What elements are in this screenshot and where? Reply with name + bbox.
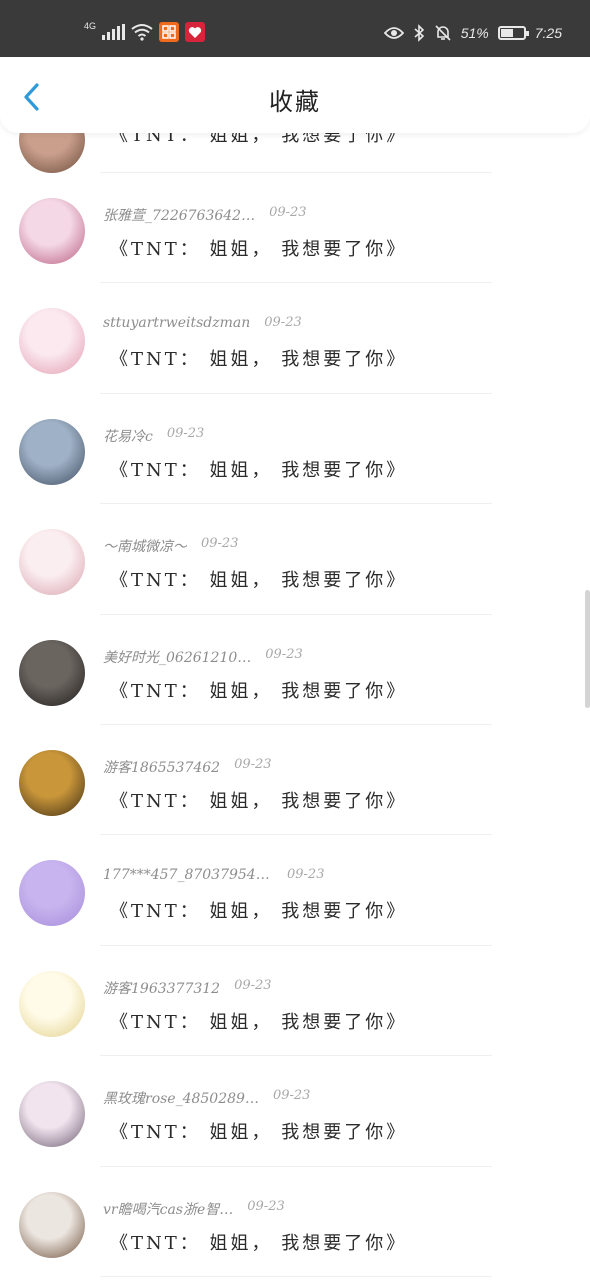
wifi-icon <box>131 24 153 41</box>
date: 09-23 <box>264 315 302 331</box>
date: 09-23 <box>272 1088 311 1104</box>
avatar[interactable] <box>19 198 85 264</box>
favorites-list: 《TNT： 姐姐， 我想要了你》 张雅萱_7226763642… 09-23 《TNT… <box>0 133 590 1277</box>
username: 张雅萱_7226763642… <box>103 208 256 224</box>
app-notification-icon <box>159 22 180 42</box>
song-title: 《TNT： 姐姐， 我想要了你》 <box>110 790 408 812</box>
divider <box>100 1275 492 1277</box>
avatar[interactable] <box>19 1191 85 1258</box>
bluetooth-icon <box>414 24 424 42</box>
song-title: 《TNT： 姐姐， 我想要了你》 <box>110 239 408 260</box>
avatar[interactable] <box>19 529 85 596</box>
date: 09-23 <box>234 977 272 993</box>
date: 09-23 <box>265 646 303 662</box>
clock: 7:25 <box>534 25 562 41</box>
status-left-icons: 4G <box>84 21 206 42</box>
username: 游客1963377312 <box>103 980 221 997</box>
song-title: 《TNT： 姐姐， 我想要了你》 <box>110 570 408 592</box>
item-meta: 游客1963377312 09-23 <box>103 978 272 998</box>
item-meta: 花易冷c 09-23 <box>103 426 204 446</box>
battery-percent: 51% <box>460 25 489 41</box>
battery-icon <box>497 26 529 40</box>
status-right-icons: 51% 7:25 <box>383 24 562 42</box>
list-item[interactable]: 花易冷c 09-23 《TNT： 姐姐， 我想要了你》 <box>0 394 590 505</box>
date: 09-23 <box>269 205 307 220</box>
network-type: 4G <box>84 21 97 31</box>
list-item[interactable]: 黑玫瑰rose_4850289… 09-23 《TNT： 姐姐， 我想要了你》 <box>0 1056 590 1167</box>
scrollbar-thumb[interactable] <box>585 590 590 708</box>
header-bar: 收藏 <box>0 57 590 133</box>
avatar[interactable] <box>19 308 85 375</box>
username: 游客1865537462 <box>103 759 221 776</box>
username: 花易冷c <box>103 428 153 445</box>
avatar[interactable] <box>19 639 85 706</box>
avatar[interactable] <box>19 418 85 485</box>
song-title: 《TNT： 姐姐， 我想要了你》 <box>110 349 408 371</box>
mute-bell-icon <box>435 25 451 41</box>
date: 09-23 <box>247 1198 285 1214</box>
song-title: 《TNT： 姐姐， 我想要了你》 <box>110 680 408 702</box>
list-item[interactable]: vr瞻喝汽cas浙e智… 09-23 《TNT： 姐姐， 我想要了你》 <box>0 1167 590 1277</box>
list-item[interactable]: 张雅萱_7226763642… 09-23 《TNT： 姐姐， 我想要了你》 <box>0 173 590 284</box>
health-app-icon <box>185 22 206 42</box>
item-meta: 游客1865537462 09-23 <box>103 757 272 777</box>
list-item[interactable]: 游客1865537462 09-23 《TNT： 姐姐， 我想要了你》 <box>0 725 590 836</box>
list-item[interactable]: sttuyartrweitsdzman 09-23 《TNT： 姐姐， 我想要了你》 <box>0 283 590 394</box>
list-item[interactable]: 177***457_8703795448 09-23 《TNT： 姐姐， 我想要了你… <box>0 835 590 946</box>
avatar[interactable] <box>19 970 85 1037</box>
avatar[interactable] <box>19 133 85 173</box>
list-item[interactable]: 《TNT： 姐姐， 我想要了你》 <box>0 133 590 173</box>
date: 09-23 <box>166 425 205 441</box>
status-bar: 4G 51% 7:25 <box>0 0 590 57</box>
page-title: 收藏 <box>269 88 321 116</box>
song-title: 《TNT： 姐姐， 我想要了你》 <box>110 459 408 481</box>
song-title: 《TNT： 姐姐， 我想要了你》 <box>110 133 408 146</box>
avatar[interactable] <box>19 860 85 927</box>
item-meta: 美好时光_06261210… 09-23 <box>103 647 303 667</box>
username: vr瞻喝汽cas浙e智… <box>103 1201 234 1218</box>
username: 177***457_8703795448 <box>103 867 273 884</box>
list-item[interactable]: 游客1963377312 09-23 《TNT： 姐姐， 我想要了你》 <box>0 946 590 1057</box>
item-meta: ～南城微凉～ 09-23 <box>103 536 238 556</box>
username: 黑玫瑰rose_4850289… <box>103 1091 259 1108</box>
song-title: 《TNT： 姐姐， 我想要了你》 <box>110 1122 408 1144</box>
avatar[interactable] <box>19 749 85 816</box>
list-item[interactable]: 美好时光_06261210… 09-23 《TNT： 姐姐， 我想要了你》 <box>0 615 590 725</box>
eye-icon <box>383 27 404 39</box>
song-title: 《TNT： 姐姐， 我想要了你》 <box>110 1011 408 1033</box>
avatar[interactable] <box>19 1081 85 1148</box>
username: sttuyartrweitsdzman <box>103 315 251 332</box>
item-meta: sttuyartrweitsdzman 09-23 <box>103 315 302 331</box>
signal-icon <box>102 24 126 40</box>
date: 09-23 <box>234 756 272 772</box>
date: 09-23 <box>201 536 239 552</box>
song-title: 《TNT： 姐姐， 我想要了你》 <box>110 901 408 923</box>
item-meta: 张雅萱_7226763642… 09-23 <box>103 205 307 225</box>
item-meta: vr瞻喝汽cas浙e智… 09-23 <box>103 1199 285 1219</box>
item-meta: 177***457_8703795448 09-23 <box>103 867 324 883</box>
username: ～南城微凉～ <box>103 539 187 556</box>
date: 09-23 <box>287 867 325 883</box>
list-item[interactable]: ～南城微凉～ 09-23 《TNT： 姐姐， 我想要了你》 <box>0 504 590 615</box>
username: 美好时光_06261210… <box>103 649 252 666</box>
song-title: 《TNT： 姐姐， 我想要了你》 <box>110 1232 408 1254</box>
item-meta: 黑玫瑰rose_4850289… 09-23 <box>103 1088 310 1108</box>
